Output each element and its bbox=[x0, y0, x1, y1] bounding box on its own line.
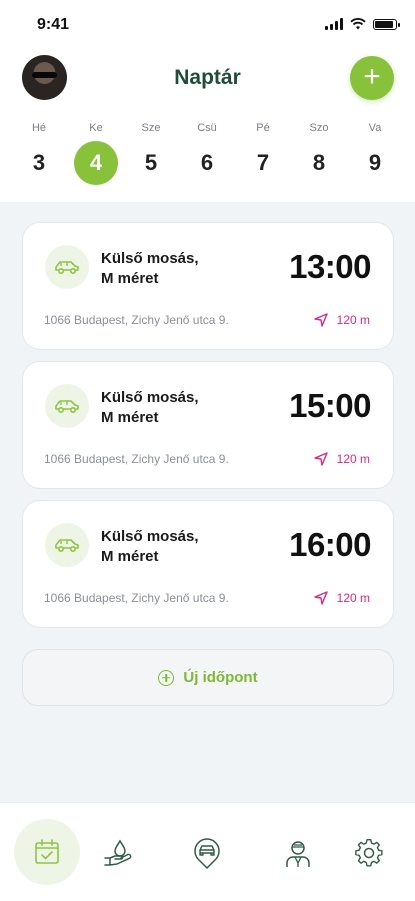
tab-wash[interactable] bbox=[88, 823, 148, 883]
distance-text: 120 m bbox=[336, 591, 370, 605]
distance-info: 120 m bbox=[313, 590, 370, 606]
day-number: 8 bbox=[312, 150, 326, 175]
day-name: Sze bbox=[141, 122, 161, 134]
day-item[interactable]: Csü 6 bbox=[184, 120, 230, 185]
day-number: 6 bbox=[200, 150, 214, 175]
navigation-arrow-icon bbox=[313, 452, 328, 466]
status-icons bbox=[325, 18, 400, 30]
plus-circle-icon bbox=[158, 669, 175, 686]
appointment-time: 16:00 bbox=[289, 526, 371, 563]
day-number: 5 bbox=[144, 150, 158, 175]
day-number: 7 bbox=[256, 150, 270, 175]
tab-profile[interactable] bbox=[268, 823, 328, 883]
service-line-1: Külső mosás, bbox=[101, 528, 199, 545]
add-button[interactable]: + bbox=[350, 56, 394, 100]
address-text: 1066 Budapest, Zichy Jenő utca 9. bbox=[44, 452, 229, 466]
tab-calendar[interactable] bbox=[14, 819, 80, 885]
wifi-icon bbox=[350, 18, 366, 30]
calendar-check-icon bbox=[35, 839, 59, 864]
day-item[interactable]: Szo 8 bbox=[296, 120, 342, 185]
car-icon bbox=[45, 523, 89, 567]
day-name: Ke bbox=[89, 122, 103, 134]
top-panel: 9:41 Naptár + Hé 3 Ke 4 Sze 5 Csü 6 Pé 7… bbox=[0, 0, 415, 202]
status-time: 9:41 bbox=[37, 16, 70, 33]
bottom-tab-bar bbox=[0, 802, 415, 901]
distance-text: 120 m bbox=[336, 452, 370, 466]
car-icon bbox=[45, 245, 89, 289]
navigation-arrow-icon bbox=[313, 313, 328, 327]
day-name: Hé bbox=[31, 122, 47, 134]
water-drop-hand-icon bbox=[104, 839, 132, 866]
day-item[interactable]: Va 9 bbox=[352, 120, 398, 185]
service-name: Külső mosás, M méret bbox=[101, 249, 241, 289]
appointment-card[interactable]: Külső mosás, M méret 15:00 1066 Budapest… bbox=[22, 361, 394, 489]
day-number: 9 bbox=[368, 150, 382, 175]
distance-info: 120 m bbox=[313, 312, 370, 328]
tab-settings[interactable] bbox=[339, 823, 399, 883]
service-line-2: M méret bbox=[101, 270, 159, 287]
appointment-time: 13:00 bbox=[289, 248, 371, 285]
car-pin-icon bbox=[194, 838, 220, 869]
service-name: Külső mosás, M méret bbox=[101, 527, 241, 567]
day-item[interactable]: Sze 5 bbox=[128, 120, 174, 185]
day-name: Csü bbox=[197, 122, 217, 134]
day-number: 4 bbox=[74, 141, 118, 185]
day-item[interactable]: Pé 7 bbox=[240, 120, 286, 185]
address-text: 1066 Budapest, Zichy Jenő utca 9. bbox=[44, 591, 229, 605]
distance-text: 120 m bbox=[336, 313, 370, 327]
appointment-list: Külső mosás, M méret 13:00 1066 Budapest… bbox=[22, 222, 394, 639]
service-line-1: Külső mosás, bbox=[101, 389, 199, 406]
distance-info: 120 m bbox=[313, 451, 370, 467]
navigation-arrow-icon bbox=[313, 591, 328, 605]
gear-icon bbox=[355, 839, 383, 867]
week-day-selector: Hé 3 Ke 4 Sze 5 Csü 6 Pé 7 Szo 8 Va 9 bbox=[0, 120, 415, 190]
signal-icon bbox=[325, 18, 343, 30]
battery-icon bbox=[373, 18, 400, 30]
tab-car-location[interactable] bbox=[177, 823, 237, 883]
day-name: Szo bbox=[309, 122, 329, 134]
service-line-1: Külső mosás, bbox=[101, 250, 199, 267]
new-appointment-label: Új időpont bbox=[183, 669, 258, 686]
appointment-card[interactable]: Külső mosás, M méret 13:00 1066 Budapest… bbox=[22, 222, 394, 350]
new-appointment-button[interactable]: Új időpont bbox=[22, 649, 394, 706]
service-line-2: M méret bbox=[101, 548, 159, 565]
appointment-card[interactable]: Külső mosás, M méret 16:00 1066 Budapest… bbox=[22, 500, 394, 628]
day-number: 3 bbox=[32, 150, 46, 175]
day-name: Pé bbox=[256, 122, 270, 134]
user-profile-icon bbox=[286, 841, 310, 867]
service-line-2: M méret bbox=[101, 409, 159, 426]
day-name: Va bbox=[368, 122, 382, 134]
car-icon bbox=[45, 384, 89, 428]
appointment-time: 15:00 bbox=[289, 387, 371, 424]
header: Naptár + bbox=[0, 54, 415, 102]
day-item-selected[interactable]: Ke 4 bbox=[73, 120, 119, 185]
service-name: Külső mosás, M méret bbox=[101, 388, 241, 428]
address-text: 1066 Budapest, Zichy Jenő utca 9. bbox=[44, 313, 229, 327]
status-bar: 9:41 bbox=[0, 0, 415, 50]
day-item[interactable]: Hé 3 bbox=[16, 120, 62, 185]
